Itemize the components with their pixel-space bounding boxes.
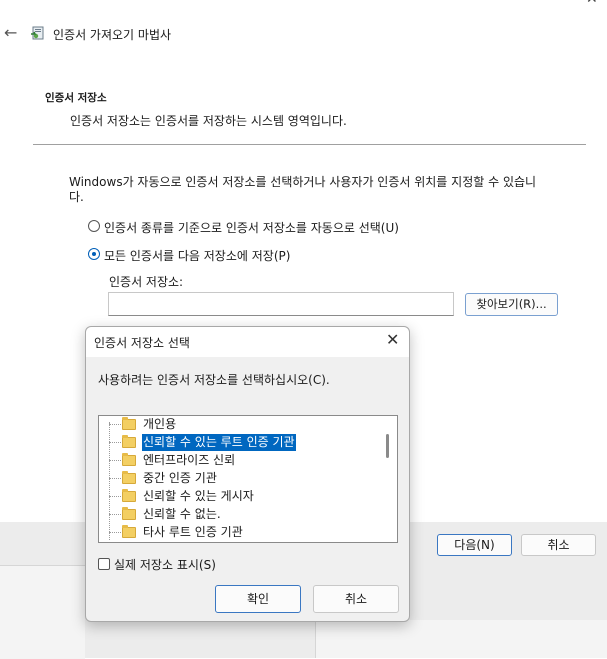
manual-store-label[interactable]: 모든 인증서를 다음 저장소에 저장(P)	[104, 247, 290, 264]
divider	[33, 144, 586, 145]
certificate-wizard-icon	[31, 26, 44, 40]
scrollbar-thumb[interactable]	[386, 434, 389, 458]
wizard-cancel-button[interactable]: 취소	[521, 534, 596, 556]
auto-select-radio[interactable]	[88, 220, 100, 232]
intro-text: Windows가 자동으로 인증서 저장소를 선택하거나 사용자가 인증서 위치…	[69, 175, 537, 204]
tree-item-label: 신뢰할 수 없는.	[143, 507, 221, 521]
store-tree[interactable]: 개인용 신뢰할 수 있는 루트 인증 기관 엔터프라이즈 신뢰 중간 인증 기관…	[98, 415, 398, 543]
section-title: 인증서 저장소	[45, 92, 107, 104]
folder-icon	[122, 453, 136, 466]
store-field-label: 인증서 저장소:	[109, 275, 184, 289]
background-window-edge	[315, 620, 607, 658]
tree-item-label: 신뢰할 수 있는 게시자	[143, 489, 254, 503]
manual-store-radio[interactable]	[88, 248, 100, 260]
tree-item-label: 개인용	[143, 417, 177, 431]
tree-connector	[109, 422, 110, 540]
back-arrow-icon[interactable]: ←	[4, 25, 17, 41]
close-icon[interactable]: ✕	[386, 331, 399, 349]
folder-icon	[122, 525, 136, 538]
browse-button[interactable]: 찾아보기(R)...	[465, 293, 558, 316]
folder-icon	[122, 471, 136, 484]
section-description: 인증서 저장소는 인증서를 저장하는 시스템 영역입니다.	[70, 114, 347, 128]
tree-item-label: 엔터프라이즈 신뢰	[143, 453, 236, 467]
tree-item-label: 중간 인증 기관	[143, 471, 217, 485]
wizard-title: 인증서 가져오기 마법사	[53, 28, 172, 42]
dialog-title: 인증서 저장소 선택	[94, 336, 190, 350]
folder-icon	[122, 507, 136, 520]
show-physical-label[interactable]: 실제 저장소 표시(S)	[114, 556, 216, 573]
dialog-cancel-button[interactable]: 취소	[313, 585, 399, 613]
next-button[interactable]: 다음(N)	[437, 534, 512, 556]
folder-icon	[122, 489, 136, 502]
close-icon[interactable]: ✕	[586, 0, 600, 6]
dialog-titlebar: 인증서 저장소 선택 ✕	[86, 327, 409, 357]
dialog-prompt: 사용하려는 인증서 저장소를 선택하십시오(C).	[98, 373, 330, 387]
show-physical-checkbox[interactable]	[98, 558, 110, 570]
folder-icon	[122, 417, 136, 430]
background-window-edge	[0, 565, 85, 659]
store-input[interactable]	[108, 292, 454, 316]
tree-item-label: 타사 루트 인증 기관	[143, 525, 243, 539]
tree-item-label: 신뢰할 수 있는 루트 인증 기관	[142, 434, 296, 451]
ok-button[interactable]: 확인	[215, 585, 301, 613]
select-store-dialog: 인증서 저장소 선택 ✕ 사용하려는 인증서 저장소를 선택하십시오(C). 개…	[85, 326, 410, 622]
folder-icon	[122, 435, 136, 448]
auto-select-label[interactable]: 인증서 종류를 기준으로 인증서 저장소를 자동으로 선택(U)	[104, 219, 399, 236]
